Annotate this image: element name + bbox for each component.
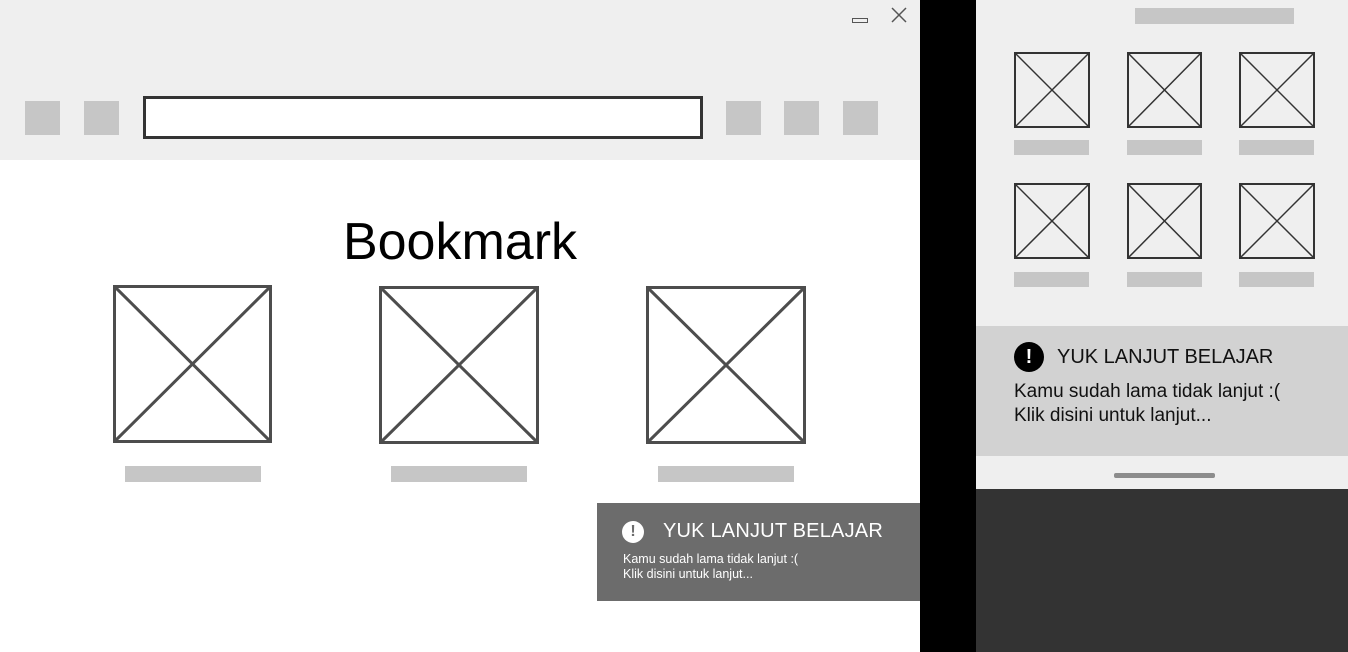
continue-learning-toast[interactable]: ! YUK LANJUT BELAJAR Kamu sudah lama tid… xyxy=(597,503,920,601)
toast-message: Kamu sudah lama tidak lanjut :( xyxy=(1014,381,1281,402)
bookmark-label-1[interactable] xyxy=(125,466,261,482)
grid-image-6[interactable] xyxy=(1239,183,1315,259)
address-bar[interactable] xyxy=(143,96,703,139)
grid-label-6[interactable] xyxy=(1239,272,1314,287)
alert-icon: ! xyxy=(622,521,644,543)
grid-image-1[interactable] xyxy=(1014,52,1090,128)
toolbar-button-1[interactable] xyxy=(726,101,761,135)
bookmark-image-1[interactable] xyxy=(113,285,272,443)
toast-message: Kamu sudah lama tidak lanjut :( xyxy=(623,552,799,566)
continue-learning-toast-mobile[interactable]: ! YUK LANJUT BELAJAR Kamu sudah lama tid… xyxy=(976,326,1348,456)
toast-cta[interactable]: Klik disini untuk lanjut... xyxy=(1014,405,1212,427)
bookmark-label-2[interactable] xyxy=(391,466,527,482)
toolbar-button-back[interactable] xyxy=(25,101,60,135)
grid-image-3[interactable] xyxy=(1239,52,1315,128)
mobile-dark-area xyxy=(976,489,1348,652)
bookmark-label-3[interactable] xyxy=(658,466,794,482)
toast-cta[interactable]: Klik disini untuk lanjut... xyxy=(623,567,753,581)
grid-label-1[interactable] xyxy=(1014,140,1089,155)
grid-image-5[interactable] xyxy=(1127,183,1202,259)
desktop-window: Bookmark ! YUK LANJUT BELAJAR Kamu sudah… xyxy=(0,0,920,652)
browser-toolbar xyxy=(0,0,920,160)
toolbar-button-3[interactable] xyxy=(843,101,878,135)
mobile-header-bar xyxy=(1135,8,1294,24)
minimize-icon[interactable] xyxy=(852,18,868,23)
grid-label-4[interactable] xyxy=(1014,272,1089,287)
home-indicator[interactable] xyxy=(1114,473,1215,478)
toast-title: YUK LANJUT BELAJAR xyxy=(1057,346,1274,368)
grid-image-2[interactable] xyxy=(1127,52,1202,128)
toast-title: YUK LANJUT BELAJAR xyxy=(663,520,883,542)
grid-label-5[interactable] xyxy=(1127,272,1202,287)
alert-icon: ! xyxy=(1014,342,1044,372)
mobile-screen: ! YUK LANJUT BELAJAR Kamu sudah lama tid… xyxy=(976,0,1348,489)
page-title: Bookmark xyxy=(342,213,578,271)
bookmark-image-3[interactable] xyxy=(646,286,806,444)
grid-label-3[interactable] xyxy=(1239,140,1314,155)
toolbar-button-2[interactable] xyxy=(784,101,819,135)
grid-label-2[interactable] xyxy=(1127,140,1202,155)
close-icon[interactable] xyxy=(889,5,909,25)
bookmark-image-2[interactable] xyxy=(379,286,539,444)
grid-image-4[interactable] xyxy=(1014,183,1090,259)
toolbar-button-forward[interactable] xyxy=(84,101,119,135)
